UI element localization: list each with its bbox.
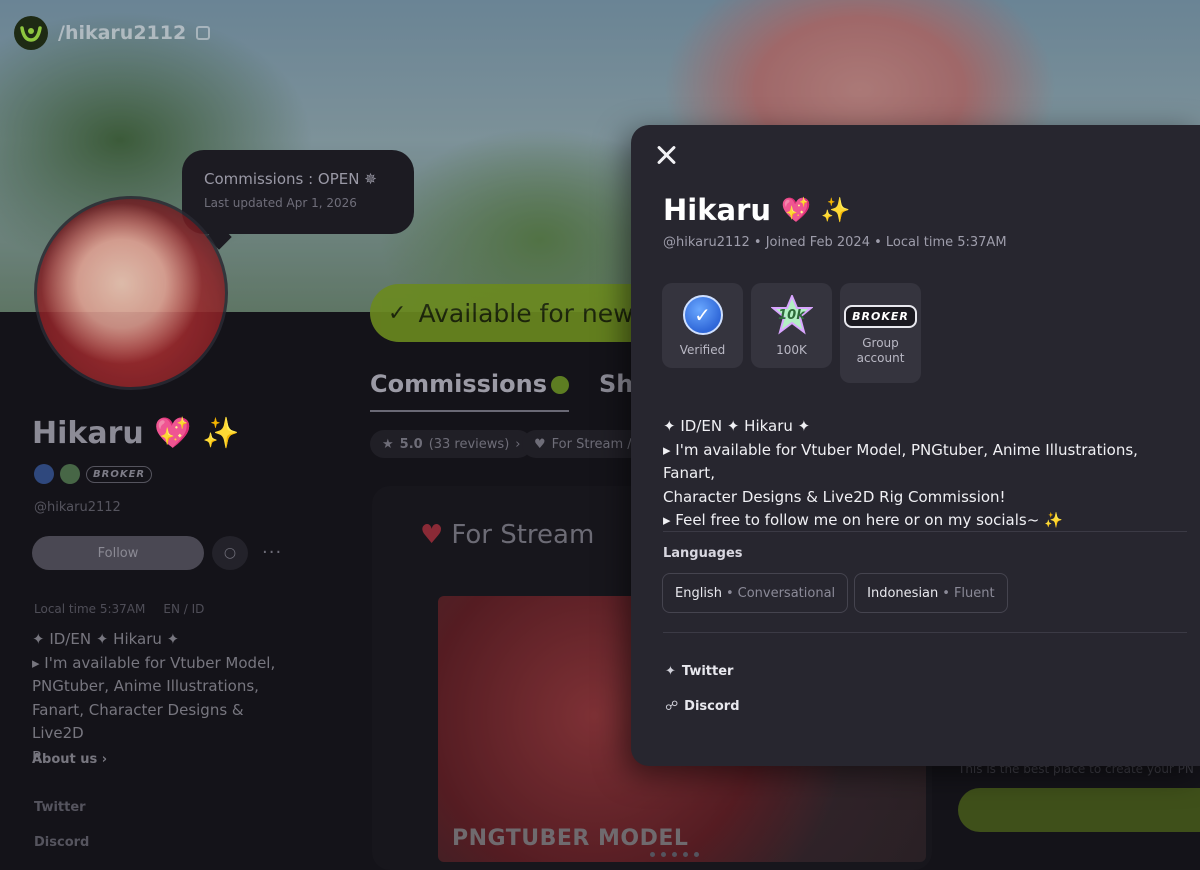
commission-image-label: PNGTUBER MODEL [452,826,689,851]
availability-pill: ✓ Available for new [370,284,670,342]
bio-line: ✦ ID/EN ✦ Hikaru ✦ [32,630,180,648]
badge-label: Group account [856,336,905,365]
modal-name: Hikaru 💖 ✨ [663,193,851,227]
commission-status-bubble: Commissions : OPEN ✵ Last updated Apr 1,… [182,150,414,234]
languages-list: English • Conversational Indonesian • Fl… [662,573,1008,613]
modal-badges: ✓ Verified 10k 100K BROKER Group account [662,283,921,383]
discord-link[interactable]: ☍ Discord [665,699,740,714]
copy-icon[interactable] [196,26,211,40]
commission-updated-text: Last updated Apr 1, 2026 [204,196,357,210]
chat-icon: ○ [223,545,237,561]
twitter-link[interactable]: Twitter [34,800,86,815]
follow-button[interactable]: Follow [32,536,204,570]
carousel-dot[interactable] [661,852,666,857]
profile-bio-preview: ✦ ID/EN ✦ Hikaru ✦ ▸ I'm available for V… [32,628,292,769]
language-separator: • [725,585,734,601]
language-level: Conversational [737,585,836,601]
profile-meta: Local time 5:37AM EN / ID [34,602,204,616]
tab-commissions[interactable]: Commissions [370,370,569,412]
profile-name: Hikaru 💖 ✨ [32,416,239,451]
discord-link[interactable]: Discord [34,835,89,850]
bio-line: Character Designs & Live2D Rig Commissio… [663,487,1006,506]
page-handle: /hikaru2112 [58,22,187,44]
commission-status-text: Commissions : OPEN ✵ [204,170,377,188]
broker-icon: BROKER [844,305,917,328]
100k-icon[interactable] [60,464,80,484]
twitter-label: Twitter [681,664,734,679]
check-icon: ✓ [388,300,407,326]
star-icon: ★ [382,436,394,452]
modal-name-text: Hikaru [663,193,772,227]
broker-badge[interactable]: BROKER [86,465,153,483]
bio-line: ▸ I'm available for Vtuber Model, [32,653,276,672]
more-options-button[interactable]: ··· [262,542,282,563]
modal-meta: @hikaru2112 • Joined Feb 2024 • Local ti… [663,235,1007,250]
profile-details-modal: Hikaru 💖 ✨ @hikaru2112 • Joined Feb 2024… [631,125,1200,766]
modal-bio: ✦ ID/EN ✦ Hikaru ✦ ▸ I'm available for V… [663,415,1183,533]
site-header: /hikaru2112 [14,16,211,50]
languages-title: Languages [663,546,743,561]
language-name: English [675,585,722,601]
profile-badges: BROKER [34,464,153,484]
profile-name-text: Hikaru [32,416,144,451]
heart-emoji-icon: 💖 [781,196,811,224]
carousel-dot[interactable] [683,852,688,857]
language-level: Fluent [953,585,995,601]
review-count: (33 reviews) [428,436,510,452]
close-icon[interactable] [653,143,679,169]
bio-line: ✦ ID/EN ✦ Hikaru ✦ [663,417,811,435]
profile-handle: @hikaru2112 [34,500,121,515]
bio-line: Fanart, Character Designs & Live2D [32,700,244,743]
rating-filter-chip[interactable]: ★ 5.0 (33 reviews) › [370,430,533,458]
availability-text: Available for new [418,298,634,328]
verified-icon[interactable] [34,464,54,484]
twitter-link[interactable]: ✦ Twitter [665,664,733,679]
languages-short: EN / ID [163,602,205,616]
stream-filter-chip[interactable]: ♥ For Stream / [522,430,644,458]
profile-tabs: Commissions Sh [370,370,633,412]
carousel-dot[interactable] [694,852,699,857]
side-action-button[interactable] [958,788,1200,832]
carousel-dot[interactable] [672,852,677,857]
local-time: Local time 5:37AM [34,602,146,616]
badge-label: 100K [776,343,807,357]
heart-icon: ♥ [534,436,546,452]
bio-line: PNGtuber, Anime Illustrations, [32,677,259,695]
discord-label: Discord [684,699,740,714]
about-us-link[interactable]: About us › [32,752,107,767]
badge-verified[interactable]: ✓ Verified [662,283,743,368]
heart-icon: ♥ [420,520,444,550]
divider [663,632,1187,633]
badge-100k[interactable]: 10k 100K [751,283,832,368]
badge-group-account[interactable]: BROKER Group account [840,283,921,383]
avatar[interactable] [34,196,228,390]
check-icon [551,376,569,394]
card-title-text: For Stream [451,520,595,550]
rating-value: 5.0 [399,436,423,452]
twitter-icon: ✦ [665,664,676,679]
tab-shop[interactable]: Sh [599,370,633,412]
site-logo-icon[interactable] [14,16,48,50]
chevron-right-icon: › [515,436,521,452]
verified-icon: ✓ [682,295,723,335]
bio-line: ▸ Feel free to follow me on here or on m… [663,511,1063,529]
language-separator: • [942,585,950,601]
chat-button[interactable]: ○ [212,536,248,570]
sparkles-emoji-icon: ✨ [820,196,851,224]
profile-name-emojis: 💖 ✨ [154,416,240,451]
commission-card-title: ♥ For Stream [420,520,594,550]
language-name: Indonesian [867,585,939,601]
carousel-dots[interactable] [650,852,699,857]
bio-line: ▸ I'm available for Vtuber Model, PNGtub… [663,440,1138,483]
carousel-dot[interactable] [650,852,655,857]
language-chip-indonesian: Indonesian • Fluent [854,573,1008,613]
link-icon: ☍ [665,699,679,714]
stream-filter-label: For Stream / [551,436,632,452]
100k-icon-text: 10k [778,307,805,323]
tab-label: Commissions [370,370,547,398]
badge-label: Verified [679,343,726,357]
divider [663,531,1187,532]
language-chip-english: English • Conversational [662,573,849,613]
100k-icon: 10k [770,295,813,335]
